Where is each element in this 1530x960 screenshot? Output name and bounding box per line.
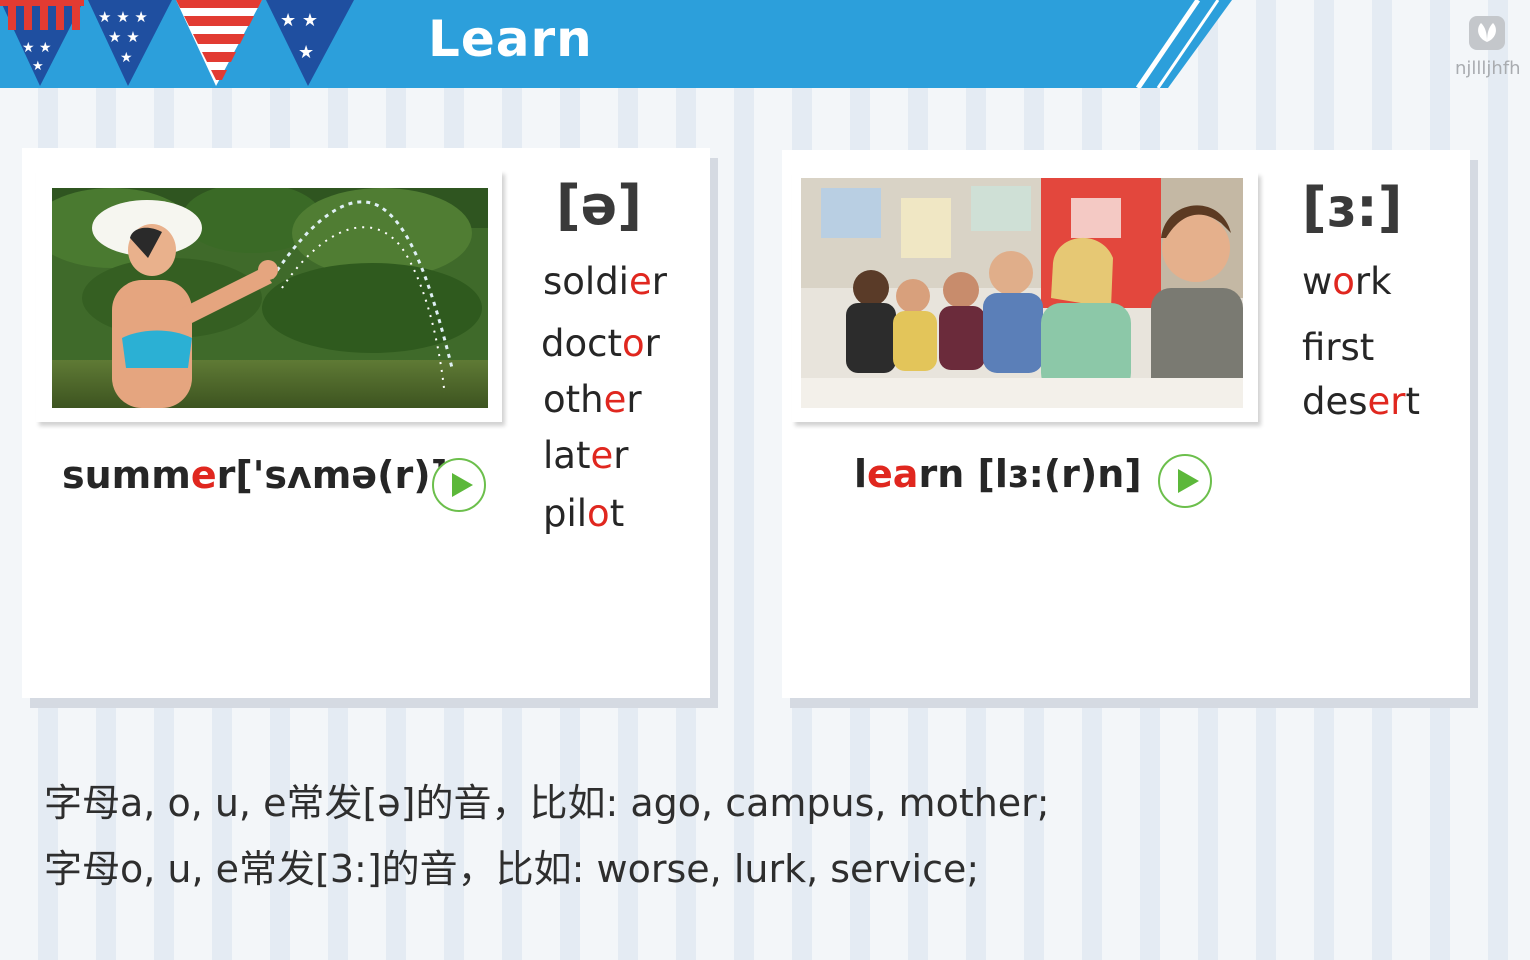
summer-photo-image (52, 188, 488, 408)
summer-photo-frame (36, 170, 502, 422)
word-first: first (1302, 326, 1375, 369)
logo: njllljhfh (1455, 14, 1521, 79)
word-desert: desert (1302, 380, 1421, 423)
word-work: work (1302, 260, 1392, 303)
word-other: other (543, 378, 642, 421)
er-card: [ɜ:] work first desert learn [lɜ:(r)n] (782, 150, 1470, 698)
leaf-logo-icon (1469, 16, 1505, 50)
svg-text:★ ★: ★ ★ (108, 28, 140, 46)
word-soldier: soldier (543, 260, 667, 303)
flag-bunting-icon: ★ ★ ★ ★ ★ ★ ★ ★ ★ ★ ★ ★ (0, 0, 354, 86)
svg-text:★: ★ (120, 50, 133, 66)
example-word-summer: summer['sʌmə(r)] (62, 453, 449, 497)
phonetic-symbol: [ə] (556, 174, 642, 237)
play-audio-button[interactable] (1158, 454, 1212, 508)
word-doctor: doctor (541, 322, 660, 365)
svg-text:★: ★ (32, 59, 44, 74)
logo-text: njllljhfh (1455, 58, 1521, 79)
svg-text:★ ★ ★: ★ ★ ★ (98, 8, 148, 26)
rule-text-er: 字母o, u, e常发[3:]的音，比如: worse, lurk, servi… (44, 847, 980, 891)
rule-text-schwa: 字母a, o, u, e常发[ə]的音，比如: ago, campus, mot… (44, 781, 1050, 825)
svg-text:★ ★: ★ ★ (22, 40, 52, 56)
svg-text:★ ★: ★ ★ (280, 10, 318, 31)
students-photo-frame (792, 172, 1258, 422)
header-banner: ★ ★ ★ ★ ★ ★ ★ ★ ★ ★ ★ ★ Learn njllljhfh (0, 0, 1530, 88)
word-later: later (543, 434, 629, 477)
svg-text:★: ★ (298, 42, 314, 63)
students-photo-image (801, 178, 1243, 408)
phonetic-symbol: [ɜ:] (1302, 176, 1403, 239)
page-title: Learn (428, 10, 593, 68)
schwa-card: [ə] soldier doctor other later pilot sum… (22, 148, 710, 698)
example-word-learn: learn [lɜ:(r)n] (854, 452, 1142, 496)
word-pilot: pilot (543, 492, 625, 535)
play-audio-button[interactable] (432, 458, 486, 512)
